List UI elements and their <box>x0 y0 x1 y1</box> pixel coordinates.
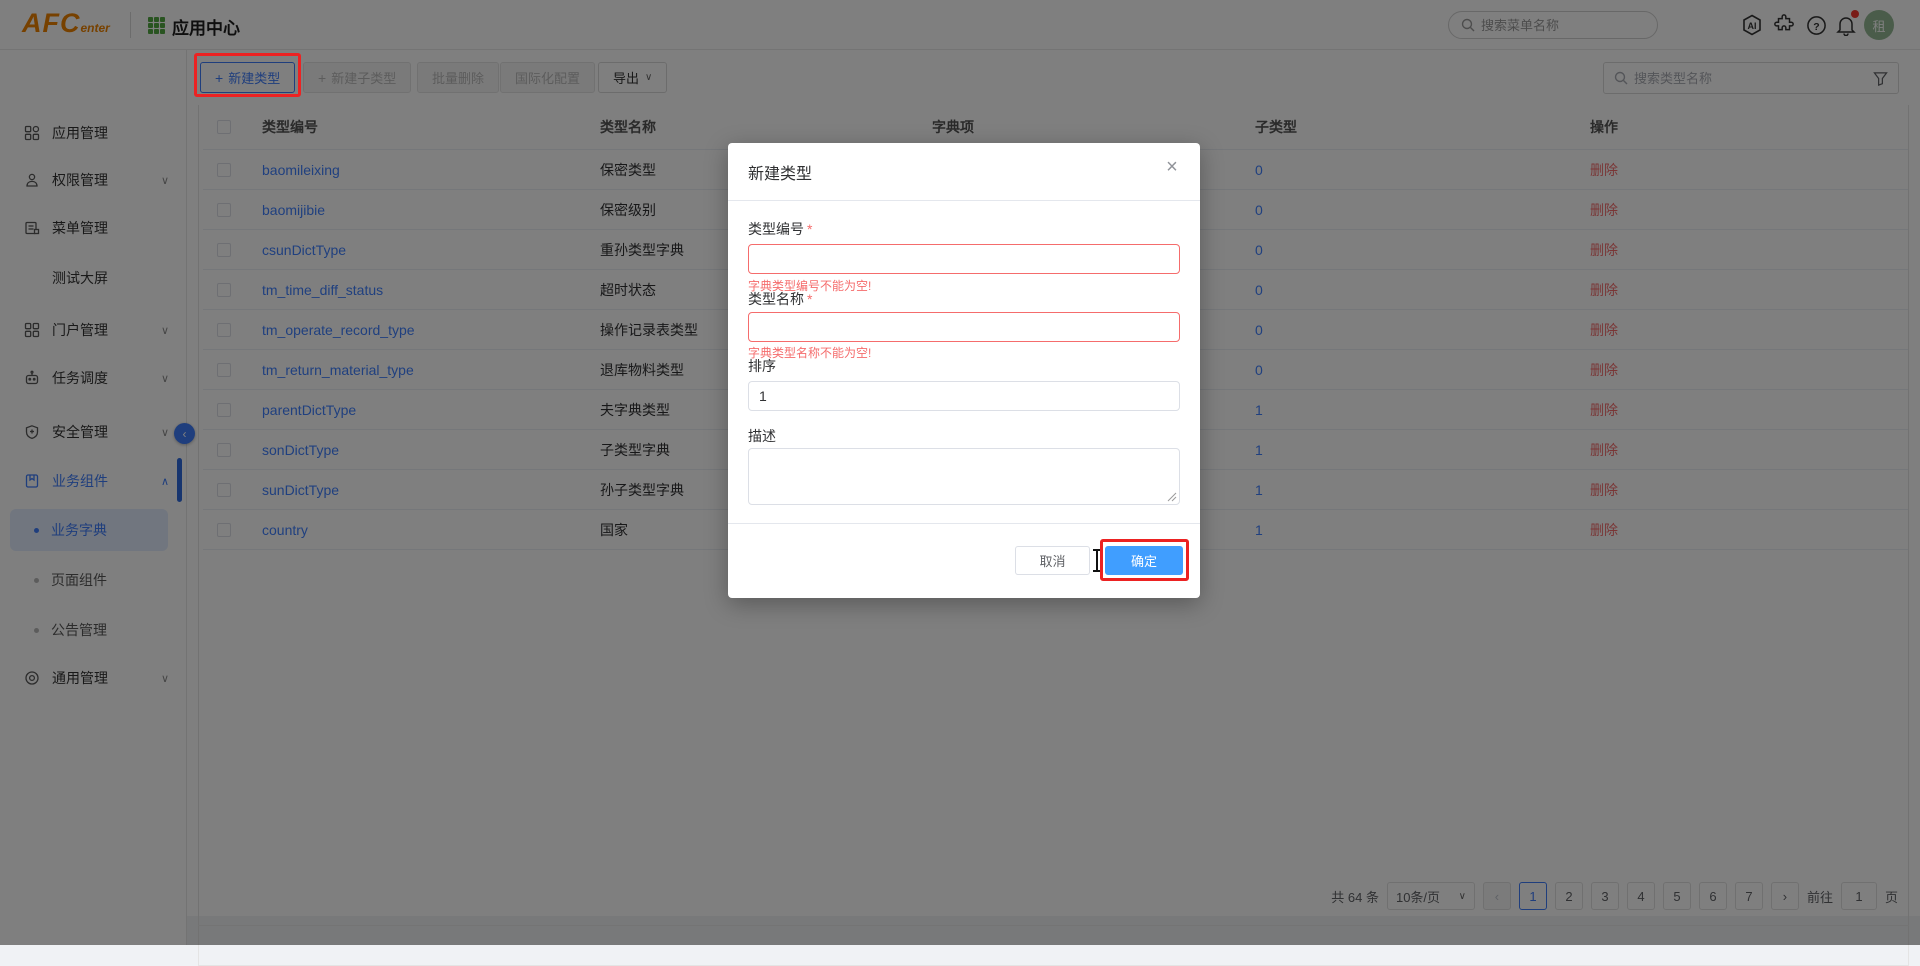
name-field-input[interactable] <box>748 312 1180 342</box>
text-cursor-artifact <box>1093 549 1101 572</box>
dialog-title: 新建类型 <box>748 160 812 184</box>
sort-field-input[interactable] <box>748 381 1180 411</box>
code-field-input[interactable] <box>748 244 1180 274</box>
desc-field-textarea[interactable] <box>748 448 1180 505</box>
code-field-label: 类型编号* <box>748 219 812 239</box>
name-field-label: 类型名称* <box>748 289 812 309</box>
sort-field-label: 排序 <box>748 356 776 376</box>
close-icon[interactable]: × <box>1158 153 1186 181</box>
dialog-header-divider <box>728 200 1200 201</box>
confirm-button[interactable]: 确定 <box>1105 546 1183 575</box>
desc-field-label: 描述 <box>748 426 776 446</box>
required-asterisk: * <box>807 221 812 237</box>
cancel-button[interactable]: 取消 <box>1015 546 1090 575</box>
required-asterisk: * <box>807 291 812 307</box>
new-type-dialog: 新建类型 × 类型编号* 字典类型编号不能为空! 类型名称* 字典类型名称不能为… <box>728 143 1200 598</box>
dialog-footer-divider <box>728 523 1200 524</box>
